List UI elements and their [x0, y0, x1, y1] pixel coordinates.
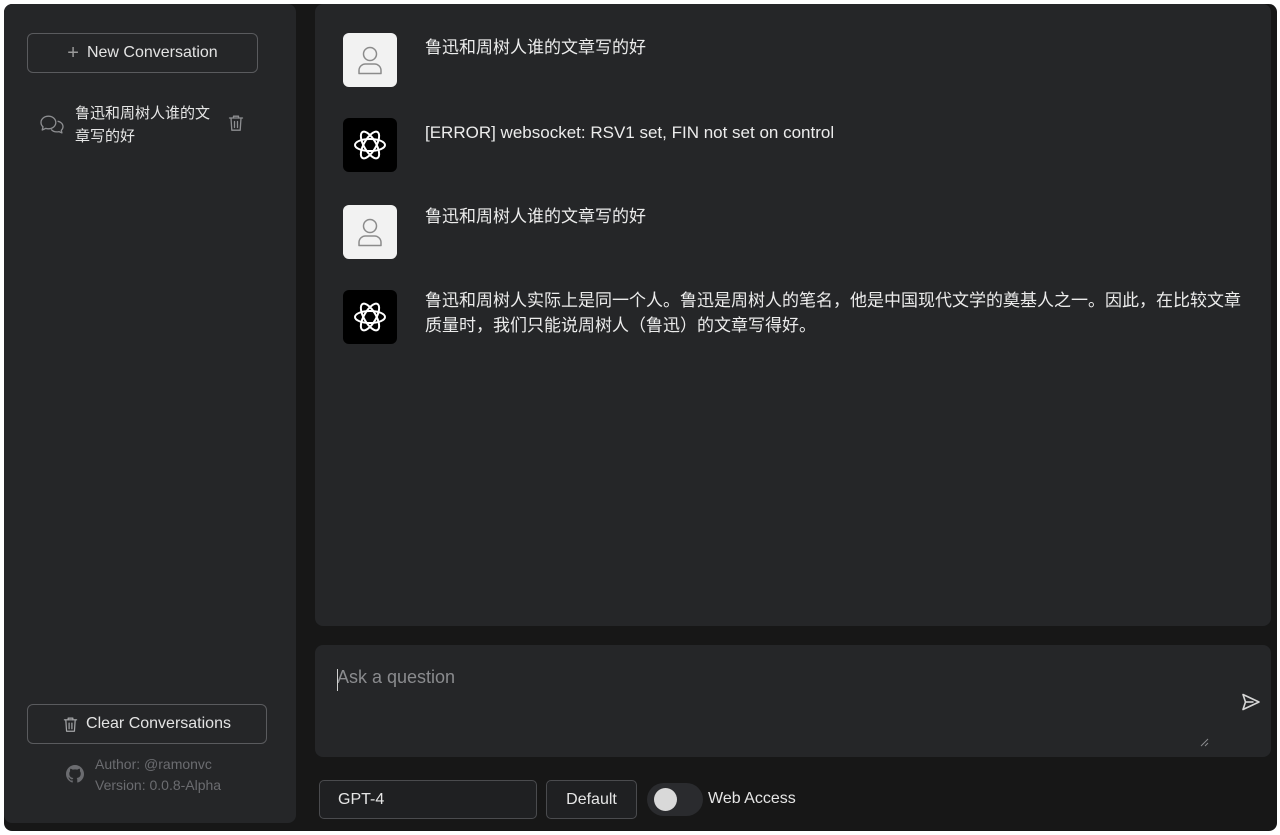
web-access-label: Web Access [708, 790, 796, 807]
clear-conversations-label: Clear Conversations [86, 715, 231, 732]
chat-bubbles-icon [40, 115, 64, 134]
clear-conversations-button[interactable]: Clear Conversations [27, 704, 267, 744]
author-text: Author: @ramonvc [95, 756, 212, 772]
app-window: + New Conversation 鲁迅和周树人谁的文章写的好 Clear C… [4, 4, 1277, 831]
conversation-title: 鲁迅和周树人谁的文章写的好 [75, 105, 211, 145]
message-text: 鲁迅和周树人谁的文章写的好 [425, 38, 646, 57]
user-avatar [343, 205, 397, 259]
toggle-knob [654, 788, 677, 811]
openai-logo-icon [354, 302, 386, 332]
footer-lines: Author: @ramonvc Version: 0.0.8-Alpha [95, 754, 221, 796]
trash-icon[interactable] [228, 114, 244, 132]
send-icon[interactable] [1241, 692, 1261, 712]
user-icon [358, 46, 382, 75]
text-caret [337, 669, 338, 691]
message-text: 鲁迅和周树人谁的文章写的好 [425, 207, 646, 226]
model-select[interactable]: GPT-4 [319, 780, 537, 819]
default-button[interactable]: Default [546, 780, 637, 819]
trash-icon [63, 717, 78, 732]
assistant-avatar [343, 290, 397, 344]
sidebar: + New Conversation 鲁迅和周树人谁的文章写的好 Clear C… [4, 4, 296, 823]
openai-logo-icon [354, 130, 386, 160]
message-text: 鲁迅和周树人实际上是同一个人。鲁迅是周树人的笔名，他是中国现代文学的奠基人之一。… [425, 291, 1241, 335]
web-access-toggle[interactable] [647, 783, 703, 816]
new-conversation-button[interactable]: + New Conversation [27, 33, 258, 73]
resize-grip-icon[interactable] [1199, 737, 1209, 747]
github-icon[interactable] [66, 765, 84, 783]
chat-panel: 鲁迅和周树人谁的文章写的好 [ERROR] websocket: RSV1 se… [315, 4, 1271, 626]
assistant-avatar [343, 118, 397, 172]
user-icon [358, 218, 382, 247]
new-conversation-label: New Conversation [86, 44, 218, 61]
question-input[interactable] [335, 665, 1210, 747]
version-text: Version: 0.0.8-Alpha [95, 777, 222, 793]
message-text: [ERROR] websocket: RSV1 set, FIN not set… [425, 123, 835, 142]
conversation-item[interactable]: 鲁迅和周树人谁的文章写的好 [34, 100, 256, 150]
plus-icon: + [67, 42, 79, 64]
question-input-box [315, 645, 1271, 757]
user-avatar [343, 33, 397, 87]
